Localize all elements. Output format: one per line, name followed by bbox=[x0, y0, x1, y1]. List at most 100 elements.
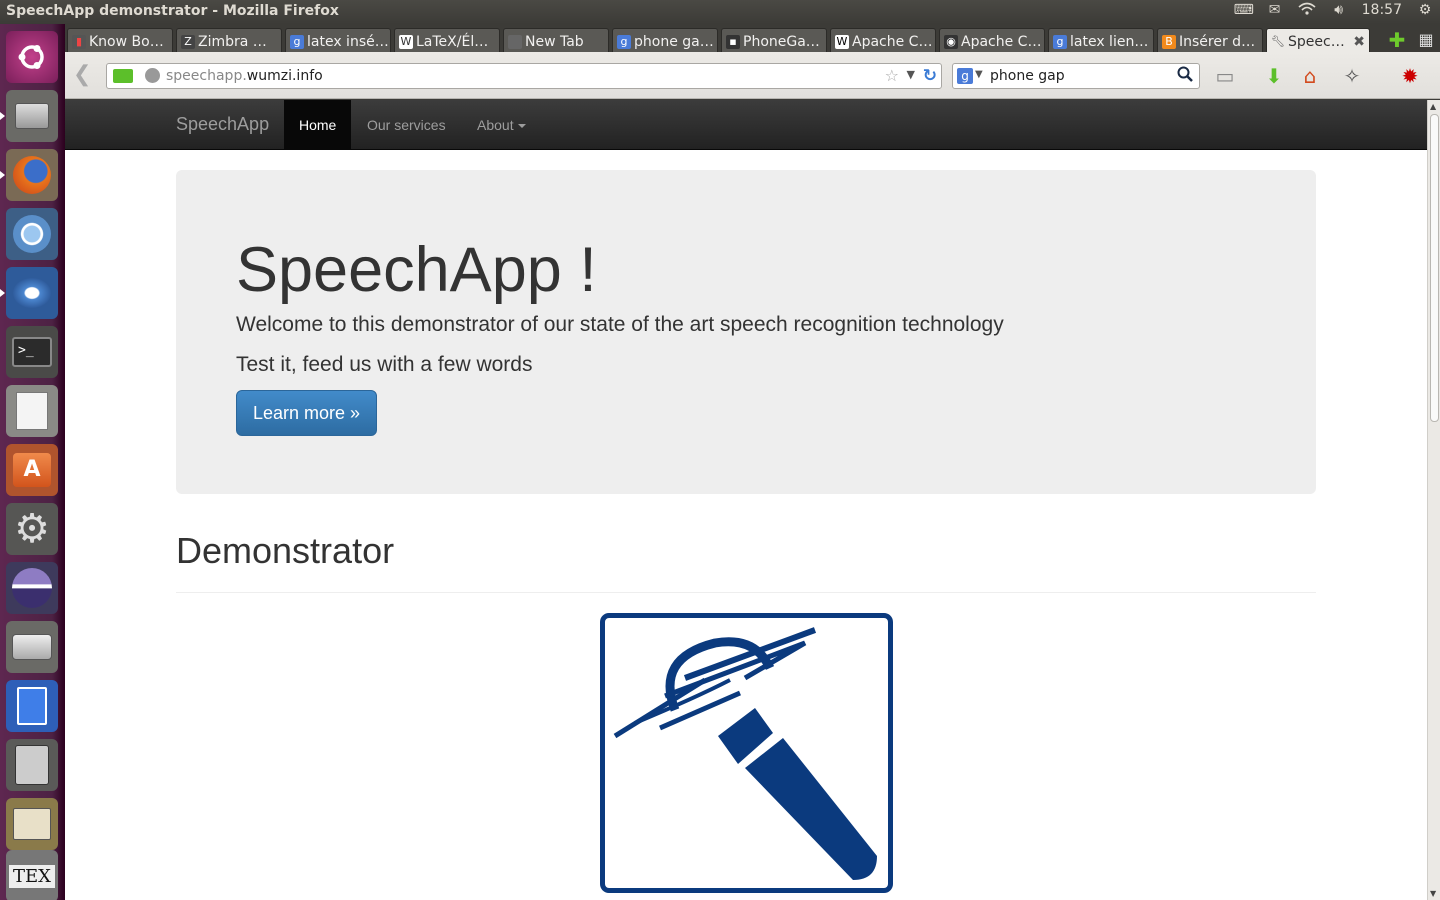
learn-more-button[interactable]: Learn more » bbox=[236, 390, 377, 436]
firefox-icon[interactable] bbox=[6, 149, 58, 201]
google-icon: g bbox=[290, 34, 304, 49]
tab[interactable]: W Apache C… bbox=[830, 28, 936, 52]
wikipedia-icon: W bbox=[835, 34, 849, 49]
blog-icon: B bbox=[1162, 34, 1176, 49]
page-viewport: SpeechApp Home Our services About Speech… bbox=[65, 100, 1427, 900]
nav-about-label: About bbox=[477, 117, 514, 133]
page-scrollbar[interactable]: ▲ ▼ bbox=[1427, 100, 1440, 900]
camera-icon[interactable]: ▭ bbox=[1211, 64, 1239, 88]
gear-icon[interactable]: ⚙ bbox=[1416, 2, 1434, 18]
bookmark-star-icon[interactable]: ☆ bbox=[885, 66, 899, 85]
mail-icon[interactable]: ✉ bbox=[1266, 2, 1284, 18]
search-query[interactable]: phone gap bbox=[990, 68, 1065, 84]
scroll-up-icon[interactable]: ▲ bbox=[1430, 102, 1436, 111]
terminal-icon[interactable]: >_ bbox=[6, 326, 58, 378]
download-icon[interactable]: ⬇ bbox=[1260, 64, 1288, 88]
browser-toolbar: ❮ speechapp.wumzi.info ☆ ▼ ↻ g ▼ phone g… bbox=[65, 52, 1440, 99]
tab-label: latex insé… bbox=[307, 33, 389, 50]
tab[interactable]: ▮ Know Bo… bbox=[67, 28, 173, 52]
tab-active[interactable]: 🔧︎ Speec… ✖ bbox=[1266, 28, 1370, 52]
cordova-icon: ◉ bbox=[944, 34, 958, 49]
chromium-icon[interactable] bbox=[6, 208, 58, 260]
history-dropdown-icon[interactable]: ▼ bbox=[907, 68, 915, 81]
microphone-button[interactable] bbox=[600, 613, 893, 893]
bars-icon: ▮ bbox=[72, 34, 86, 49]
globe-icon bbox=[145, 68, 160, 83]
microphone-icon bbox=[613, 627, 877, 880]
search-bar[interactable]: g ▼ phone gap bbox=[952, 63, 1200, 89]
launcher: >_ A ⚙ TEX bbox=[0, 24, 65, 900]
volume-icon[interactable]: 🔊︎ bbox=[1330, 2, 1348, 18]
search-engine-icon[interactable]: g bbox=[957, 68, 973, 84]
site-brand[interactable]: SpeechApp bbox=[176, 114, 269, 135]
image-viewer-icon[interactable] bbox=[6, 798, 58, 850]
nav-services[interactable]: Our services bbox=[352, 100, 461, 150]
section-divider bbox=[176, 592, 1316, 593]
addon-icon[interactable]: ✧ bbox=[1338, 64, 1366, 88]
jumbotron: SpeechApp ! Welcome to this demonstrator… bbox=[176, 170, 1316, 494]
url-prefix: speechapp. bbox=[166, 68, 247, 84]
back-arrow-icon[interactable]: ❮ bbox=[73, 62, 95, 88]
section-title: Demonstrator bbox=[176, 530, 395, 571]
tab-label: New Tab bbox=[525, 33, 584, 50]
tab[interactable]: g latex insé… bbox=[285, 28, 391, 52]
scroll-down-icon[interactable]: ▼ bbox=[1430, 889, 1436, 898]
wikibooks-icon: W bbox=[399, 34, 413, 49]
tab-label: Zimbra … bbox=[198, 33, 267, 50]
new-tab-icon[interactable]: ✚ bbox=[1387, 30, 1407, 50]
tab-label: Apache C… bbox=[852, 33, 933, 50]
site-navbar: SpeechApp Home Our services About bbox=[65, 100, 1427, 150]
tab[interactable]: g phone ga… bbox=[612, 28, 718, 52]
tab[interactable]: ◉ Apache C… bbox=[939, 28, 1045, 52]
site-identity-icon[interactable] bbox=[113, 69, 133, 83]
indicators: ⌨ ✉ 🔊︎ 18:57 ⚙ bbox=[1234, 2, 1434, 18]
wifi-icon[interactable] bbox=[1298, 2, 1316, 18]
tab-label: Speec… bbox=[1288, 33, 1345, 50]
text-editor-icon[interactable] bbox=[6, 385, 58, 437]
hero-lead: Welcome to this demonstrator of our stat… bbox=[236, 313, 1004, 336]
search-icon[interactable] bbox=[1177, 66, 1193, 86]
close-tab-icon[interactable]: ✖ bbox=[1353, 34, 1365, 50]
thunderbird-icon[interactable] bbox=[6, 267, 58, 319]
wrench-icon: 🔧︎ bbox=[1271, 34, 1285, 48]
tab-label: latex lien… bbox=[1070, 33, 1149, 50]
bug-icon[interactable]: ✹ bbox=[1396, 64, 1424, 88]
google-icon: g bbox=[1053, 34, 1067, 49]
keyboard-icon[interactable]: ⌨ bbox=[1234, 2, 1254, 18]
files-icon[interactable] bbox=[6, 90, 58, 142]
window-title: SpeechApp demonstrator - Mozilla Firefox bbox=[6, 3, 339, 19]
tab-strip: ▮ Know Bo… Z Zimbra … g latex insé… W LaTeX/… bbox=[65, 24, 1440, 52]
tab-list-icon[interactable]: ▦ bbox=[1416, 30, 1436, 50]
clock[interactable]: 18:57 bbox=[1362, 2, 1402, 18]
top-panel: SpeechApp demonstrator - Mozilla Firefox… bbox=[0, 0, 1440, 24]
tab[interactable]: g latex lien… bbox=[1048, 28, 1154, 52]
tab-label: Apache C… bbox=[961, 33, 1042, 50]
url-text[interactable]: speechapp.wumzi.info bbox=[166, 68, 323, 84]
scroll-thumb[interactable] bbox=[1430, 114, 1439, 422]
tab[interactable]: W LaTeX/Él… bbox=[394, 28, 500, 52]
running-pip bbox=[0, 112, 5, 120]
system-settings-icon[interactable]: ⚙ bbox=[6, 503, 58, 555]
home-icon[interactable]: ⌂ bbox=[1296, 64, 1324, 88]
tab-label: Know Bo… bbox=[89, 33, 164, 50]
address-bar[interactable]: speechapp.wumzi.info ☆ ▼ ↻ bbox=[106, 63, 942, 89]
tab-label: LaTeX/Él… bbox=[416, 33, 489, 50]
tab[interactable]: New Tab bbox=[503, 28, 609, 52]
disk-icon[interactable] bbox=[6, 621, 58, 673]
texmaker-icon[interactable]: TEX bbox=[6, 850, 58, 900]
nav-about[interactable]: About bbox=[462, 100, 541, 150]
ubuntu-dash-icon[interactable] bbox=[6, 31, 58, 83]
running-pip bbox=[0, 171, 5, 179]
software-center-icon[interactable]: A bbox=[6, 444, 58, 496]
tab[interactable]: ▪ PhoneGa… bbox=[721, 28, 827, 52]
caret-down-icon bbox=[517, 124, 526, 129]
tab-label: Insérer d… bbox=[1179, 33, 1256, 50]
engine-dropdown-icon[interactable]: ▼ bbox=[975, 69, 983, 80]
tab[interactable]: B Insérer d… bbox=[1157, 28, 1263, 52]
docs-icon[interactable] bbox=[6, 680, 58, 732]
reload-icon[interactable]: ↻ bbox=[923, 66, 937, 86]
calculator-icon[interactable] bbox=[6, 739, 58, 791]
eclipse-icon[interactable] bbox=[6, 562, 58, 614]
nav-home[interactable]: Home bbox=[284, 100, 352, 150]
tab[interactable]: Z Zimbra … bbox=[176, 28, 282, 52]
